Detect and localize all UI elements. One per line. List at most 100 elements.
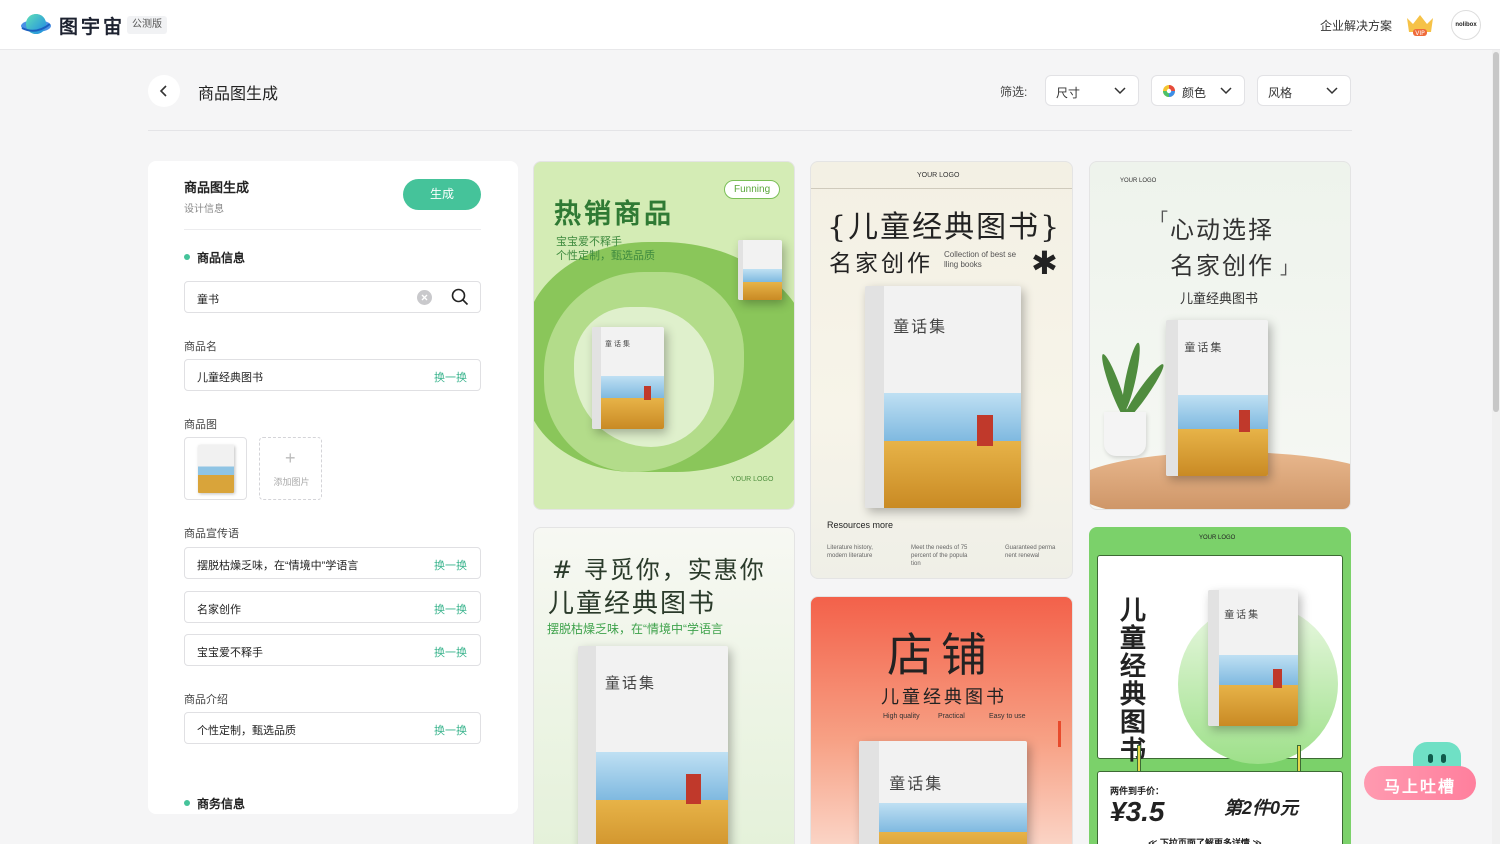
plant-pot-shape [1104,412,1146,456]
vip-label: VIP [1415,30,1425,37]
form-divider [184,229,481,230]
product-name-swap-button[interactable]: 换一换 [434,369,467,385]
footer-text: Literature history, modern literature [827,545,873,559]
style-filter-label: 风格 [1268,86,1293,100]
card-logo: YOUR LOGO [1199,535,1236,541]
chevron-down-icon [1220,87,1232,95]
card-headline-2: 名家创作 [829,251,933,277]
feedback-button[interactable]: 马上吐槽 [1364,766,1476,800]
product-image-thumbnail[interactable] [184,437,247,500]
card-divider [811,188,1072,189]
asterisk-icon: ✱ [1031,245,1058,281]
template-card-2[interactable]: YOUR LOGO {儿童经典图书} 名家创作 Collection of be… [810,161,1073,579]
search-icon[interactable] [451,288,469,306]
template-card-3[interactable]: YOUR LOGO 「 心动选择 名家创作 」 儿童经典图书 童话集 [1089,161,1351,510]
business-info-section: 商务信息 [184,795,245,812]
intro-field[interactable]: 个性定制，甄选品质 换一换 [184,712,481,744]
card-subline: 宝宝爱不释手 个性定制，甄选品质 [556,236,655,262]
book-cover-image: 童话集 [859,741,1027,844]
color-filter-label: 颜色 [1182,86,1207,100]
back-button[interactable] [148,75,180,107]
plus-icon: + [285,448,296,468]
intro-value: 个性定制，甄选品质 [197,725,296,737]
card-subline: 摆脱枯燥乏味，在“情境中“学语言 [547,622,723,636]
scroll-hint: ≪ 下拉页面了解更多详情 ≫ [1148,838,1262,844]
beta-badge: 公测版 [127,16,167,34]
product-name-field[interactable]: 儿童经典图书 换一换 [184,359,481,391]
product-search-input[interactable]: 童书 [184,281,481,313]
product-image-label: 商品图 [184,419,217,431]
card-headline: 热销商品 [554,199,674,230]
product-name-value: 儿童经典图书 [197,372,263,384]
intro-swap-button[interactable]: 换一换 [434,722,467,738]
chevron-down-icon [1326,87,1338,95]
product-info-section: 商品信息 [184,249,245,266]
card-logo: YOUR LOGO [917,172,960,179]
slogan-swap-button-1[interactable]: 换一换 [434,557,467,573]
book-cover-image: 童话集 [592,327,664,429]
slogan-label: 商品宣传语 [184,528,239,540]
slogan-field-3[interactable]: 宝宝爱不释手 换一换 [184,634,481,666]
card-english-text: Collection of best se lling books [944,250,1017,269]
template-card-1[interactable]: 热销商品 宝宝爱不释手 个性定制，甄选品质 Funning 童话集 YOUR LO… [533,161,795,510]
chevron-left-icon [159,85,167,97]
speech-bubble: Funning [724,180,781,199]
vip-crown-icon[interactable]: VIP [1404,12,1436,38]
card-headline-2: 儿童经典图书 [881,687,1007,708]
generate-button[interactable]: 生成 [403,179,481,210]
user-avatar[interactable]: nolibox [1451,10,1481,40]
add-image-button[interactable]: + 添加图片 [259,437,322,500]
card-tag: Easy to use [989,713,1026,720]
add-image-label: 添加图片 [273,477,310,487]
color-filter-dropdown[interactable]: 颜色 [1151,75,1245,106]
chevron-down-icon [1114,87,1126,95]
product-name-label: 商品名 [184,341,217,353]
promo-text: 第2件0元 [1224,798,1299,818]
planet-logo-icon[interactable] [20,11,52,39]
slogan-value-3: 宝宝爱不释手 [197,647,263,659]
app-name[interactable]: 图宇宙 [59,12,125,39]
slogan-swap-button-2[interactable]: 换一换 [434,601,467,617]
slogan-field-1[interactable]: 摆脱枯燥乏味，在“情境中”学语言 换一换 [184,547,481,579]
book-cover-image: 童话集 [1208,590,1298,726]
book-cover-image: 童话集 [578,646,728,844]
book-cover-image: 童话集 [865,286,1021,508]
book-cover-image [738,240,782,300]
form-panel: 商品图生成 设计信息 生成 商品信息 童书 商品名 儿童经典图书 换一换 商品图… [148,161,518,814]
quote-open: 「 [1150,210,1168,230]
feedback-label: 马上吐槽 [1384,779,1457,796]
card-headline: # 寻觅你，实惠你 [552,556,766,584]
price-box: 两件到手价： ¥3.5 第2件0元 ≪ 下拉页面了解更多详情 ≫ [1097,771,1343,844]
header-divider [148,130,1352,131]
book-thumbnail-image [198,445,234,493]
top-bar: 图宇宙 公测版 企业解决方案 VIP nolibox [0,0,1500,50]
slogan-value-1: 摆脱枯燥乏味，在“情境中”学语言 [197,560,359,572]
template-card-4[interactable]: # 寻觅你，实惠你 儿童经典图书 摆脱枯燥乏味，在“情境中“学语言 童话集 [533,527,795,844]
template-card-5[interactable]: 店铺 儿童经典图书 High quality Practical Easy to… [810,596,1073,844]
scrollbar-thumb[interactable] [1493,52,1499,412]
search-value: 童书 [197,294,219,306]
enterprise-solutions-link[interactable]: 企业解决方案 [1320,17,1392,34]
card-tag: Practical [938,713,965,720]
slogan-swap-button-3[interactable]: 换一换 [434,644,467,660]
size-filter-dropdown[interactable]: 尺寸 [1045,75,1139,106]
card-headline: 心动选择 名家创作 [1170,216,1274,280]
page-title: 商品图生成 [198,86,279,103]
card-headline-2: 儿童经典图书 [548,589,717,619]
clear-icon[interactable] [417,290,432,305]
template-card-6[interactable]: YOUR LOGO 儿童经典图书 童话集 两件到手价： ¥3.5 第2件0元 ≪… [1089,527,1351,844]
slogan-value-2: 名家创作 [197,604,241,616]
slogan-field-2[interactable]: 名家创作 换一换 [184,591,481,623]
book-cover-image: 童话集 [1166,320,1268,476]
vertical-title: 儿童经典图书 [1120,595,1147,765]
style-filter-dropdown[interactable]: 风格 [1257,75,1351,106]
size-filter-label: 尺寸 [1056,86,1081,100]
price-value: ¥3.5 [1110,796,1165,827]
card-headline: {儿童经典图书} [827,210,1062,245]
card-logo: YOUR LOGO [1120,178,1157,184]
filter-label: 筛选: [1000,85,1028,99]
resources-text: Resources more [827,520,894,530]
card-headline: 店铺 [887,628,995,682]
quote-close: 」 [1280,258,1298,278]
form-subtitle: 设计信息 [184,204,224,215]
